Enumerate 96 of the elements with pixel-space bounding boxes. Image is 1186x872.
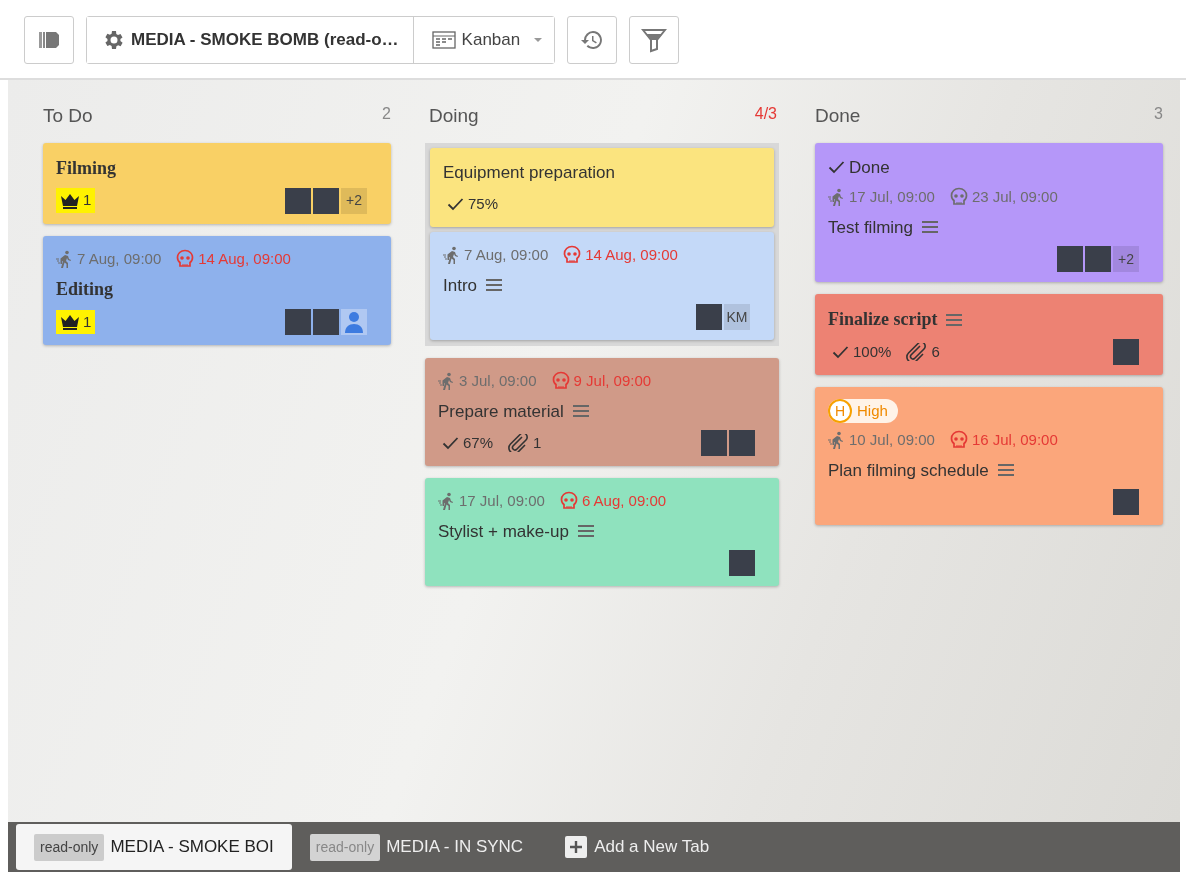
- start-date: 17 Jul, 09:00: [459, 491, 545, 511]
- photo-placeholder: [1085, 246, 1111, 272]
- skull-icon: [175, 248, 196, 269]
- column-title: Doing: [429, 104, 479, 128]
- skull-icon: [550, 371, 571, 392]
- history-button[interactable]: [567, 16, 618, 64]
- crown-icon: [60, 314, 80, 330]
- due-date: 6 Aug, 09:00: [581, 491, 667, 511]
- start-date: 7 Aug, 09:00: [77, 248, 162, 269]
- skull-icon: [948, 430, 969, 451]
- running-person-icon: [828, 431, 846, 450]
- task-card[interactable]: 7 Aug, 09:00 14 Aug, 09:00 Editing 1: [43, 235, 391, 345]
- start-date: 10 Jul, 09:00: [849, 430, 935, 450]
- member-initials: KM: [724, 304, 750, 330]
- card-count: 3: [1154, 104, 1163, 124]
- crown-icon: [60, 192, 80, 209]
- photo-placeholder: [729, 550, 755, 576]
- attachment-count: 6: [931, 341, 940, 362]
- sidebar-toggle-icon: [38, 29, 60, 51]
- photo-placeholder: [701, 430, 727, 456]
- task-card[interactable]: Finalize script 100% 6: [815, 294, 1163, 375]
- add-tab-button[interactable]: Add a New Tab: [549, 834, 726, 860]
- due-date: 9 Jul, 09:00: [573, 371, 652, 391]
- column-title: Done: [815, 104, 861, 128]
- running-person-icon: [443, 246, 461, 265]
- skull-icon: [948, 187, 969, 208]
- board-view-icon: [431, 30, 456, 50]
- photo-placeholder: [285, 309, 311, 335]
- card-title: Intro: [443, 274, 478, 297]
- check-icon: [447, 197, 464, 211]
- read-only-badge: read-only: [34, 833, 105, 861]
- task-card[interactable]: 3 Jul, 09:00 9 Jul, 09:00 Prepare material 67% 1: [425, 358, 779, 466]
- photo-placeholder: [313, 309, 339, 335]
- task-card[interactable]: Filming 1 +2: [43, 142, 391, 224]
- read-only-badge: read-only: [309, 833, 381, 861]
- task-card[interactable]: 7 Aug, 09:00 14 Aug, 09:00 Intro KM: [430, 232, 774, 340]
- filter-button[interactable]: [629, 16, 680, 64]
- skull-icon: [562, 245, 583, 266]
- more-members-count: +2: [341, 187, 367, 214]
- check-icon: [828, 160, 845, 175]
- due-date: 23 Jul, 09:00: [971, 187, 1058, 207]
- card-title: Prepare material: [438, 400, 564, 423]
- crown-count: 1: [83, 311, 92, 332]
- card-title: Filming: [56, 156, 116, 180]
- board-title-button[interactable]: MEDIA - SMOKE BOMB (read-o…: [87, 17, 414, 63]
- task-card[interactable]: 17 Jul, 09:00 6 Aug, 09:00 Stylist + make-up: [425, 478, 779, 586]
- paperclip-icon: [507, 434, 530, 452]
- photo-placeholder: [729, 430, 755, 456]
- plus-icon: [565, 836, 588, 858]
- start-date: 17 Jul, 09:00: [849, 187, 935, 207]
- card-title: Stylist + make-up: [438, 520, 569, 543]
- column-title: To Do: [43, 104, 93, 128]
- card-title: Test filming: [828, 216, 914, 239]
- attachment-count: 1: [533, 432, 542, 453]
- due-date: 14 Aug, 09:00: [585, 245, 678, 265]
- task-card[interactable]: Done 17 Jul, 09:00 23 Jul, 09:00 Test filming +2: [815, 142, 1163, 282]
- priority-tag: H High: [828, 399, 898, 423]
- board-tab[interactable]: read-only MEDIA - IN SYNC: [291, 824, 542, 870]
- checklist-progress: 67%: [463, 432, 494, 453]
- crown-count: 1: [83, 190, 92, 211]
- filter-icon: [641, 27, 668, 53]
- running-person-icon: [438, 492, 456, 511]
- card-title: Editing: [56, 278, 114, 301]
- paperclip-icon: [905, 343, 928, 361]
- task-card[interactable]: Equipment preparation 75%: [430, 147, 774, 227]
- running-person-icon: [828, 188, 846, 207]
- board-title: MEDIA - SMOKE BOMB (read-o…: [131, 29, 399, 52]
- check-icon: [832, 345, 849, 359]
- checklist-progress: 100%: [853, 341, 892, 362]
- due-date: 16 Jul, 09:00: [971, 430, 1058, 450]
- photo-placeholder: [696, 304, 722, 330]
- board-tab[interactable]: read-only MEDIA - SMOKE BOI: [16, 824, 292, 870]
- card-count: 4/3: [754, 104, 777, 124]
- sidebar-toggle-button[interactable]: [24, 16, 74, 64]
- checklist-progress: 75%: [468, 193, 499, 214]
- start-date: 3 Jul, 09:00: [459, 371, 537, 391]
- done-label: Done: [849, 156, 890, 179]
- photo-placeholder: [285, 187, 311, 214]
- card-title: Finalize script: [828, 308, 938, 331]
- history-icon: [580, 28, 605, 52]
- card-title: Plan filming schedule: [828, 459, 989, 482]
- photo-placeholder: [1113, 489, 1139, 515]
- running-person-icon: [56, 249, 74, 268]
- caret-icon: [534, 37, 543, 43]
- skull-icon: [558, 491, 579, 512]
- card-title: Equipment preparation: [443, 161, 615, 184]
- photo-placeholder: [1113, 339, 1139, 365]
- task-card[interactable]: H High 10 Jul, 09:00 16 Jul, 09:00 Plan filming schedule: [815, 387, 1163, 525]
- running-person-icon: [438, 372, 456, 391]
- start-date: 7 Aug, 09:00: [464, 245, 549, 265]
- more-members-count: +2: [1113, 246, 1139, 272]
- photo-placeholder: [313, 187, 339, 214]
- photo-placeholder: [1057, 246, 1083, 272]
- check-icon: [442, 436, 459, 450]
- card-count: 2: [382, 104, 391, 124]
- due-date: 14 Aug, 09:00: [198, 248, 291, 269]
